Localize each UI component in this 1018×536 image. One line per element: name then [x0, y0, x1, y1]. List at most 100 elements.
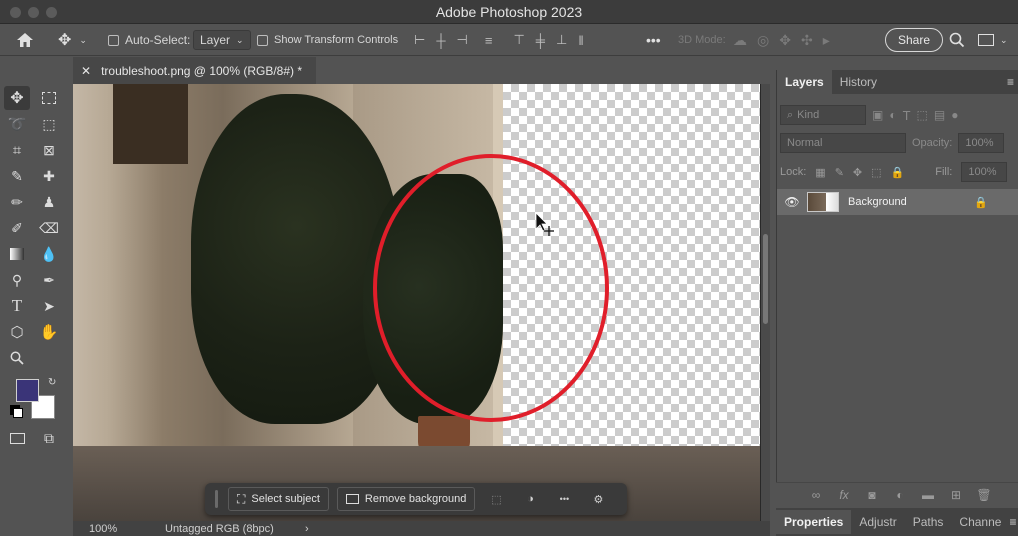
- tab-adjustments[interactable]: Adjustr: [851, 510, 904, 534]
- hand-tool-icon[interactable]: ✋: [36, 320, 62, 344]
- home-icon[interactable]: [15, 24, 35, 56]
- 3d-camera-icon[interactable]: ▸: [823, 32, 830, 49]
- marquee-tool-icon[interactable]: [36, 86, 62, 110]
- clone-stamp-tool-icon[interactable]: ♟: [36, 190, 62, 214]
- layer-name[interactable]: Background: [848, 196, 907, 208]
- canvas[interactable]: [73, 84, 770, 521]
- canvas-vertical-scrollbar[interactable]: [761, 84, 770, 521]
- zoom-tool-icon[interactable]: [4, 346, 30, 370]
- auto-select-checkbox[interactable]: [108, 34, 119, 46]
- distribute-icon[interactable]: ≡: [485, 33, 493, 48]
- tab-channels[interactable]: Channe: [951, 510, 1009, 534]
- share-button[interactable]: Share: [885, 28, 944, 52]
- status-expand-arrow[interactable]: ›: [305, 523, 309, 535]
- tab-history[interactable]: History: [832, 70, 885, 94]
- select-subject-button[interactable]: ⛶ Select subject: [228, 487, 329, 511]
- new-adjustment-layer-icon[interactable]: ◐: [888, 488, 912, 502]
- type-tool-icon[interactable]: T: [4, 294, 30, 318]
- layer-effects-icon[interactable]: fx: [832, 488, 856, 502]
- 3d-roll-icon[interactable]: ◎: [757, 32, 769, 49]
- panel-menu-icon[interactable]: ≡: [1009, 515, 1016, 529]
- filter-pixel-icon[interactable]: ▣: [872, 108, 883, 122]
- dodge-tool-icon[interactable]: ⚲: [4, 268, 30, 292]
- align-top-icon[interactable]: ⊤: [513, 32, 524, 48]
- brush-tool-icon[interactable]: ✏: [4, 190, 30, 214]
- new-group-icon[interactable]: ▬: [916, 488, 940, 502]
- path-selection-tool-icon[interactable]: ➤: [36, 294, 62, 318]
- move-tool-icon[interactable]: ✥: [4, 86, 30, 110]
- opacity-field[interactable]: 100%: [958, 133, 1005, 153]
- align-middle-vertical-icon[interactable]: ╪: [536, 33, 545, 48]
- lasso-tool-icon[interactable]: ➰: [4, 112, 30, 136]
- more-options-button[interactable]: •••: [551, 487, 577, 511]
- blur-tool-icon[interactable]: 💧: [36, 242, 62, 266]
- object-selection-tool-icon[interactable]: ⬚: [36, 112, 62, 136]
- settings-sliders-icon[interactable]: ⚙: [585, 487, 611, 511]
- gradient-tool-icon[interactable]: [4, 242, 30, 266]
- align-center-horizontal-icon[interactable]: ┼: [436, 33, 445, 48]
- add-mask-icon[interactable]: ◙: [860, 488, 884, 502]
- layer-thumbnail: [807, 192, 839, 212]
- shape-tool-icon[interactable]: ⬡: [4, 320, 30, 344]
- tab-properties[interactable]: Properties: [776, 510, 852, 534]
- drag-handle[interactable]: [215, 490, 218, 508]
- close-tab-icon[interactable]: ✕: [81, 64, 91, 78]
- align-bottom-icon[interactable]: ⊥: [556, 32, 567, 48]
- tab-layers[interactable]: Layers: [777, 70, 832, 94]
- 3d-pan-icon[interactable]: ✥: [779, 32, 791, 49]
- filter-toggle-icon[interactable]: ●: [951, 108, 958, 122]
- quick-mask-icon[interactable]: [4, 426, 30, 450]
- align-right-icon[interactable]: ⊣: [457, 32, 468, 48]
- layer-row-background[interactable]: 👁 Background 🔒: [777, 189, 1018, 215]
- filter-adjustment-icon[interactable]: ◐: [889, 108, 896, 122]
- filter-kind-dropdown[interactable]: ⌕ Kind: [780, 105, 866, 125]
- auto-select-label: Auto-Select:: [125, 33, 191, 47]
- filter-smart-object-icon[interactable]: ▤: [934, 108, 945, 122]
- foreground-color-swatch[interactable]: [16, 379, 39, 402]
- remove-background-button[interactable]: Remove background: [336, 487, 476, 511]
- swap-colors-icon[interactable]: ↻: [48, 377, 56, 388]
- lock-transparent-icon[interactable]: ▦: [815, 166, 825, 179]
- search-icon[interactable]: [949, 24, 965, 56]
- zoom-level[interactable]: 100%: [89, 523, 117, 535]
- workspace-icon[interactable]: [978, 34, 994, 46]
- link-layers-icon[interactable]: ∞: [804, 488, 828, 502]
- eyedropper-tool-icon[interactable]: ✎: [4, 164, 30, 188]
- history-brush-tool-icon[interactable]: ✐: [4, 216, 30, 240]
- tab-paths[interactable]: Paths: [905, 510, 952, 534]
- 3d-slide-icon[interactable]: ✣: [801, 32, 813, 49]
- healing-brush-tool-icon[interactable]: ✚: [36, 164, 62, 188]
- new-layer-icon[interactable]: ⊞: [944, 488, 968, 502]
- align-left-icon[interactable]: ⊢: [414, 32, 425, 48]
- default-colors-icon[interactable]: [13, 408, 23, 418]
- lock-artboard-icon[interactable]: ⬚: [871, 166, 881, 179]
- pen-tool-icon[interactable]: ✒: [36, 268, 62, 292]
- filter-shape-icon[interactable]: ⬚: [917, 108, 928, 122]
- crop-tool-icon[interactable]: ⌗: [4, 138, 30, 162]
- distribute-vertical-icon[interactable]: ‖: [578, 33, 583, 48]
- 3d-orbit-icon[interactable]: ☁: [733, 32, 747, 49]
- frame-tool-icon[interactable]: ⊠: [36, 138, 62, 162]
- chevron-down-icon[interactable]: ⌄: [1000, 35, 1008, 46]
- delete-layer-icon[interactable]: 🗑: [972, 488, 996, 502]
- document-tab-title: troubleshoot.png @ 100% (RGB/8#) *: [101, 63, 303, 78]
- filter-type-icon[interactable]: T: [903, 108, 911, 123]
- lock-all-icon[interactable]: 🔒: [891, 166, 905, 179]
- move-tool-preset-picker[interactable]: ✥ ⌄: [58, 24, 87, 56]
- lock-position-icon[interactable]: ✥: [853, 166, 862, 179]
- adjustment-icon[interactable]: ◑: [517, 487, 543, 511]
- lock-pixels-icon[interactable]: ✎: [835, 166, 844, 179]
- transform-selection-icon[interactable]: ⬚: [483, 487, 509, 511]
- document-tab[interactable]: ✕ troubleshoot.png @ 100% (RGB/8#) *: [73, 57, 316, 84]
- show-transform-checkbox[interactable]: [257, 34, 268, 46]
- blend-mode-dropdown[interactable]: Normal: [780, 133, 906, 153]
- fill-field[interactable]: 100%: [961, 162, 1008, 182]
- screen-mode-icon[interactable]: ⧉: [36, 426, 62, 450]
- more-options-icon[interactable]: •••: [646, 24, 661, 56]
- eye-icon[interactable]: 👁: [777, 195, 807, 209]
- auto-select-dropdown[interactable]: Layer ⌄: [193, 30, 251, 50]
- 3d-mode-label: 3D Mode:: [678, 34, 726, 46]
- panel-menu-icon[interactable]: ≡: [1007, 75, 1014, 89]
- select-subject-label: Select subject: [251, 493, 320, 505]
- eraser-tool-icon[interactable]: ⌫: [36, 216, 62, 240]
